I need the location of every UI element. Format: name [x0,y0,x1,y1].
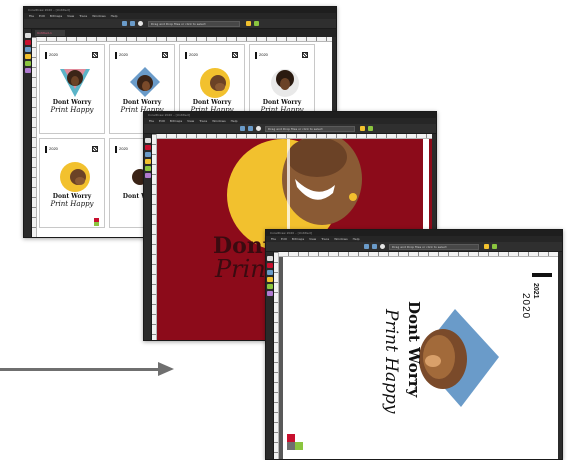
slogan-line-1: Dont Worry [122,99,162,106]
tab-document[interactable]: Untitled-1 [35,30,65,36]
shape-tool-icon[interactable] [25,47,31,52]
slogan-line-1: Dont Worry [262,99,302,106]
slogan-line-1: Dont Worry [52,193,92,200]
slogan-line-2: Print Happy [50,200,94,208]
label-card[interactable]: 2020 Dont Worry Print Happy [39,138,105,228]
refresh-icon[interactable] [484,244,489,249]
pointer-tool-icon[interactable] [25,33,31,38]
undo-icon[interactable] [364,244,369,249]
left-toolbox [144,134,152,340]
slogan-line-1: Dont Worry [52,99,92,106]
share-icon[interactable] [254,21,259,26]
label-card[interactable]: 2020 Dont Worry Print Happy [39,44,105,134]
fill-tool-icon[interactable] [145,166,151,171]
shape-tool-icon[interactable] [267,270,273,275]
left-toolbox [266,252,274,459]
color-swatch-icon[interactable] [380,244,385,249]
color-swatch-red [287,434,295,442]
slogan-line-1: Dont Worry [405,301,423,398]
color-swatch-green [295,442,303,450]
refresh-icon[interactable] [246,21,251,26]
slogan-line-1: Dont Worry [192,99,232,106]
app-window-rotated-design: CorelDraw 2020 – [Untitled] File Edit Bi… [265,229,563,460]
zoom-icon[interactable] [267,291,273,296]
screenshot-collage: CorelDraw 2020 – [Untitled] File Edit Bi… [0,0,570,460]
file-drop-field[interactable]: Drag and Drop files or click to select [389,244,479,250]
arrow-head-icon [158,362,174,376]
slogan-line-2: Print Happy [50,106,94,114]
shape-tool-icon[interactable] [145,152,151,157]
left-toolbox [24,29,32,237]
fill-tool-icon[interactable] [25,61,31,66]
crop-tool-icon[interactable] [145,159,151,164]
toolbar: Drag and Drop files or click to select [266,242,562,252]
zoom-icon[interactable] [25,68,31,73]
redo-icon[interactable] [248,126,253,131]
undo-icon[interactable] [240,126,245,131]
arrow-right-icon [0,368,160,371]
portrait-graphic [60,69,90,97]
pen-tool-icon[interactable] [25,40,31,45]
toolbar: Drag and Drop files or click to select [144,124,436,134]
color-swatch-icon[interactable] [256,126,261,131]
color-swatch-icon[interactable] [138,21,143,26]
crop-tool-icon[interactable] [25,54,31,59]
document-tab-bar: Untitled-1 [32,29,336,37]
pointer-tool-icon[interactable] [145,138,151,143]
pointer-tool-icon[interactable] [267,256,273,261]
fill-tool-icon[interactable] [267,284,273,289]
file-drop-field[interactable]: Drag and Drop files or click to select [148,21,240,27]
pen-tool-icon[interactable] [267,263,273,268]
undo-icon[interactable] [122,21,127,26]
refresh-icon[interactable] [360,126,365,131]
color-swatch-gray [287,442,295,450]
toolbar: Drag and Drop files or click to select [24,19,336,29]
redo-icon[interactable] [130,21,135,26]
share-icon[interactable] [368,126,373,131]
crop-tool-icon[interactable] [267,277,273,282]
pen-tool-icon[interactable] [145,145,151,150]
slogan-line-2: Print Happy [381,309,401,414]
portrait-graphic [60,162,90,192]
design-canvas[interactable]: 2020 2021 Dont Worry Print Happy [279,257,558,459]
zoom-icon[interactable] [145,173,151,178]
redo-icon[interactable] [372,244,377,249]
file-drop-field[interactable]: Drag and Drop files or click to select [265,126,355,132]
color-swatch-green [94,222,99,226]
share-icon[interactable] [492,244,497,249]
